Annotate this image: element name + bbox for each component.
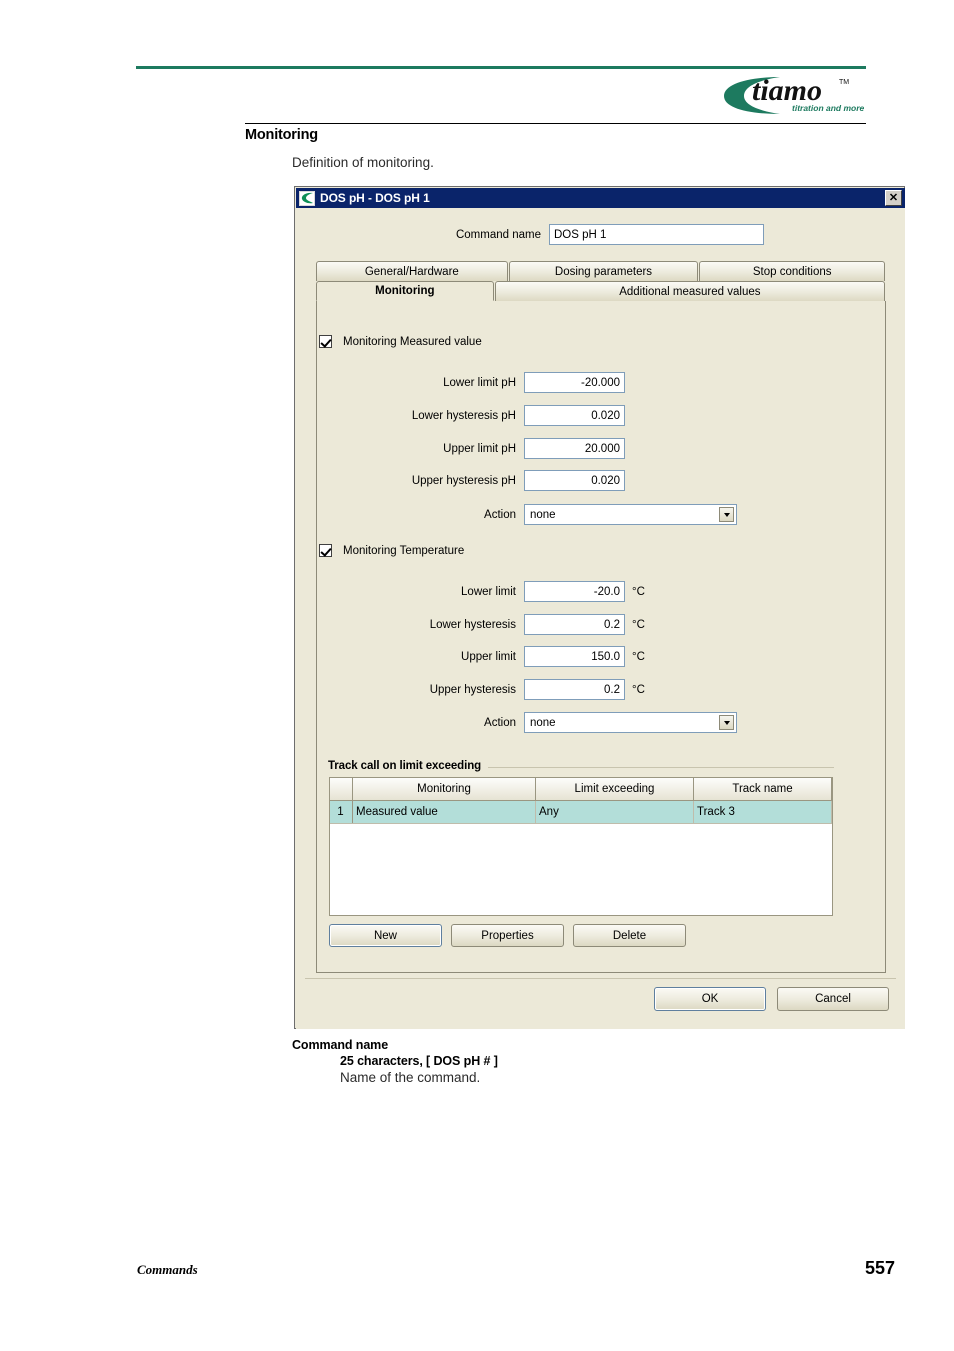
ok-button[interactable]: OK [654,987,766,1011]
select-measured-value-action[interactable]: none [524,504,737,525]
field-upper-limit-ph: Upper limit pH 20.000 [296,438,864,459]
tab-row-2: Monitoring Additional measured values [316,281,886,301]
cell-monitoring: Measured value [352,800,536,824]
dialog-title: DOS pH - DOS pH 1 [320,191,430,205]
command-name-row: Command name DOS pH 1 [296,224,905,245]
close-icon[interactable]: ✕ [885,190,902,206]
unit-temp-upper-hysteresis: °C [632,683,645,696]
caption-description: Name of the command. [340,1070,481,1085]
label-temp-lower-limit: Lower limit [461,585,516,598]
dialog-footer-buttons: OK Cancel [296,987,905,1011]
label-lower-limit-ph: Lower limit pH [443,376,516,389]
unit-temp-lower-limit: °C [632,585,645,598]
input-lower-limit-ph[interactable]: -20.000 [524,372,625,393]
dialog-titlebar: DOS pH - DOS pH 1 ✕ [296,188,905,208]
checkbox-monitoring-measured-value[interactable] [319,335,332,348]
checkbox-monitoring-temperature[interactable] [319,544,332,557]
track-call-table[interactable]: Monitoring Limit exceeding Track name 1 … [329,777,833,916]
caption-title: Command name [292,1038,389,1052]
dos-ph-dialog: DOS pH - DOS pH 1 ✕ Command name DOS pH … [294,186,905,1029]
command-name-input[interactable]: DOS pH 1 [549,224,764,245]
tab-dosing-parameters[interactable]: Dosing parameters [508,261,699,281]
cancel-button[interactable]: Cancel [777,987,889,1011]
command-name-label: Command name [455,228,541,241]
th-track-name: Track name [693,778,832,801]
label-temp-lower-hysteresis: Lower hysteresis [429,618,516,631]
select-temperature-action[interactable]: none [524,712,737,733]
caption-block: Command name 25 characters, [ DOS pH # ]… [292,1038,852,1085]
monitoring-temperature-row[interactable]: Monitoring Temperature [319,544,464,557]
tab-stop-conditions[interactable]: Stop conditions [699,261,885,281]
label-temp-upper-limit: Upper limit [461,650,516,663]
field-measured-value-action: Action none [296,504,864,525]
svg-text:TM: TM [839,79,849,86]
field-lower-limit-ph: Lower limit pH -20.000 [296,372,864,393]
tab-row-1: General/Hardware Dosing parameters Stop … [316,261,886,281]
dialog-body: Command name DOS pH 1 General/Hardware D… [296,208,905,1029]
track-call-button-row: New Properties Delete [329,924,686,947]
label-temperature-action: Action [484,716,516,729]
input-temp-lower-limit[interactable]: -20.0 [524,581,625,602]
properties-button[interactable]: Properties [451,924,564,947]
header-green-rule [136,66,866,69]
input-upper-hysteresis-ph[interactable]: 0.020 [524,470,625,491]
tab-general-hardware[interactable]: General/Hardware [316,261,508,281]
field-temperature-action: Action none [296,712,864,733]
dialog-footer-divider [305,978,896,979]
select-measured-value-action-value: none [530,508,556,521]
label-monitoring-measured-value: Monitoring Measured value [343,335,482,348]
input-upper-limit-ph[interactable]: 20.000 [524,438,625,459]
label-measured-value-action: Action [484,508,516,521]
svg-text:titration and more: titration and more [792,103,865,113]
tab-additional-measured-values[interactable]: Additional measured values [494,281,885,301]
tab-monitoring[interactable]: Monitoring [316,281,494,301]
input-lower-hysteresis-ph[interactable]: 0.020 [524,405,625,426]
field-temp-lower-hysteresis: Lower hysteresis 0.2 °C [296,614,864,635]
tiamo-logo: tiamo TM titration and more [718,72,868,118]
cell-index: 1 [330,800,353,824]
field-upper-hysteresis-ph: Upper hysteresis pH 0.020 [296,470,864,491]
new-button[interactable]: New [329,924,442,947]
section-divider [245,123,866,124]
cell-track-name: Track 3 [693,800,832,824]
field-temp-upper-limit: Upper limit 150.0 °C [296,646,864,667]
th-limit-exceeding: Limit exceeding [535,778,694,801]
input-temp-upper-limit[interactable]: 150.0 [524,646,625,667]
input-temp-upper-hysteresis[interactable]: 0.2 [524,679,625,700]
table-header-row: Monitoring Limit exceeding Track name [330,778,832,801]
page-title: Monitoring [245,127,318,143]
intro-paragraph: Definition of monitoring. [292,155,434,170]
track-call-group-title: Track call on limit exceeding [328,760,489,772]
app-icon [299,190,315,206]
table-row[interactable]: 1 Measured value Any Track 3 [330,800,832,824]
label-monitoring-temperature: Monitoring Temperature [343,544,465,557]
field-temp-upper-hysteresis: Upper hysteresis 0.2 °C [296,679,864,700]
th-index [330,778,353,801]
caption-subtitle: 25 characters, [ DOS pH # ] [340,1054,498,1068]
cell-limit-exceeding: Any [535,800,694,824]
unit-temp-upper-limit: °C [632,650,645,663]
input-temp-lower-hysteresis[interactable]: 0.2 [524,614,625,635]
footer-chapter: Commands [137,1262,198,1277]
chevron-down-icon[interactable] [719,715,734,730]
label-upper-limit-ph: Upper limit pH [443,442,516,455]
field-temp-lower-limit: Lower limit -20.0 °C [296,581,864,602]
select-temperature-action-value: none [530,716,556,729]
field-lower-hysteresis-ph: Lower hysteresis pH 0.020 [296,405,864,426]
label-temp-upper-hysteresis: Upper hysteresis [429,683,516,696]
tab-strip: General/Hardware Dosing parameters Stop … [316,261,886,301]
label-lower-hysteresis-ph: Lower hysteresis pH [411,409,516,422]
footer-page-number: 557 [864,1258,895,1278]
delete-button[interactable]: Delete [573,924,686,947]
monitoring-measured-value-row[interactable]: Monitoring Measured value [319,335,482,348]
th-monitoring: Monitoring [352,778,536,801]
chevron-down-icon[interactable] [719,507,734,522]
label-upper-hysteresis-ph: Upper hysteresis pH [411,474,516,487]
unit-temp-lower-hysteresis: °C [632,618,645,631]
